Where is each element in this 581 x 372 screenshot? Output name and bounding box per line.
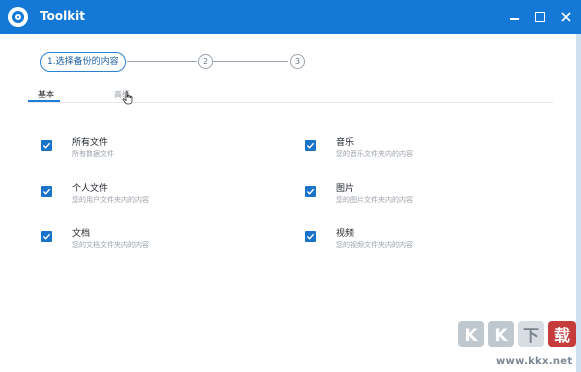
checkmark-icon <box>42 233 51 240</box>
checkmark-icon <box>306 233 315 240</box>
watermark-url: www.kkx.net <box>496 356 573 367</box>
option-description: 您的视频文件夹内的内容 <box>336 241 413 249</box>
hand-cursor-icon <box>122 91 133 105</box>
option-personal-files[interactable]: 个人文件 您的用户文件夹内的内容 <box>41 181 261 207</box>
option-title: 图片 <box>336 184 355 194</box>
tab-basic[interactable]: 基本 <box>38 89 54 100</box>
option-pictures[interactable]: 图片 您的图片文件夹内的内容 <box>305 181 525 207</box>
app-logo-icon <box>8 7 28 27</box>
step-1-current: 1.选择备份的内容 <box>40 52 126 72</box>
title-bar: Toolkit <box>0 0 581 34</box>
watermark-logo: K K 下 载 <box>458 321 576 347</box>
checkmark-icon <box>42 142 51 149</box>
option-title: 所有文件 <box>72 138 109 148</box>
checkbox-videos[interactable] <box>305 231 316 242</box>
maximize-button[interactable] <box>531 8 549 26</box>
option-description: 您的音乐文件夹内的内容 <box>336 150 413 158</box>
option-description: 您的图片文件夹内的内容 <box>336 196 413 204</box>
maximize-icon <box>535 12 545 22</box>
checkbox-pictures[interactable] <box>305 186 316 197</box>
svg-text:载: 载 <box>554 326 570 345</box>
option-title: 个人文件 <box>72 184 109 194</box>
option-all-files[interactable]: 所有文件 所有数据文件 <box>41 135 261 161</box>
option-videos[interactable]: 视频 您的视频文件夹内的内容 <box>305 226 525 252</box>
option-description: 所有数据文件 <box>72 150 114 158</box>
checkbox-music[interactable] <box>305 140 316 151</box>
checkbox-personal-files[interactable] <box>41 186 52 197</box>
minimize-icon <box>509 18 519 20</box>
checkmark-icon <box>306 188 315 195</box>
step-3: 3 <box>290 54 305 69</box>
checkmark-icon <box>42 188 51 195</box>
window-edge <box>576 34 581 372</box>
close-icon <box>561 12 571 22</box>
step-connector <box>127 61 197 62</box>
option-title: 音乐 <box>336 138 355 148</box>
checkbox-documents[interactable] <box>41 231 52 242</box>
minimize-button[interactable] <box>505 8 523 26</box>
step-2: 2 <box>198 54 213 69</box>
svg-text:K: K <box>494 326 508 346</box>
option-music[interactable]: 音乐 您的音乐文件夹内的内容 <box>305 135 525 161</box>
checkmark-icon <box>306 142 315 149</box>
close-button[interactable] <box>557 8 575 26</box>
option-documents[interactable]: 文档 您的文档文件夹内的内容 <box>41 226 261 252</box>
window-title: Toolkit <box>40 9 86 23</box>
option-title: 文档 <box>72 229 91 239</box>
checkbox-all-files[interactable] <box>41 140 52 151</box>
svg-text:K: K <box>464 326 478 346</box>
option-title: 视频 <box>336 229 355 239</box>
tabs-divider <box>28 102 553 103</box>
step-connector <box>213 61 288 62</box>
option-description: 您的用户文件夹内的内容 <box>72 196 149 204</box>
option-description: 您的文档文件夹内的内容 <box>72 241 149 249</box>
svg-text:下: 下 <box>523 326 539 345</box>
